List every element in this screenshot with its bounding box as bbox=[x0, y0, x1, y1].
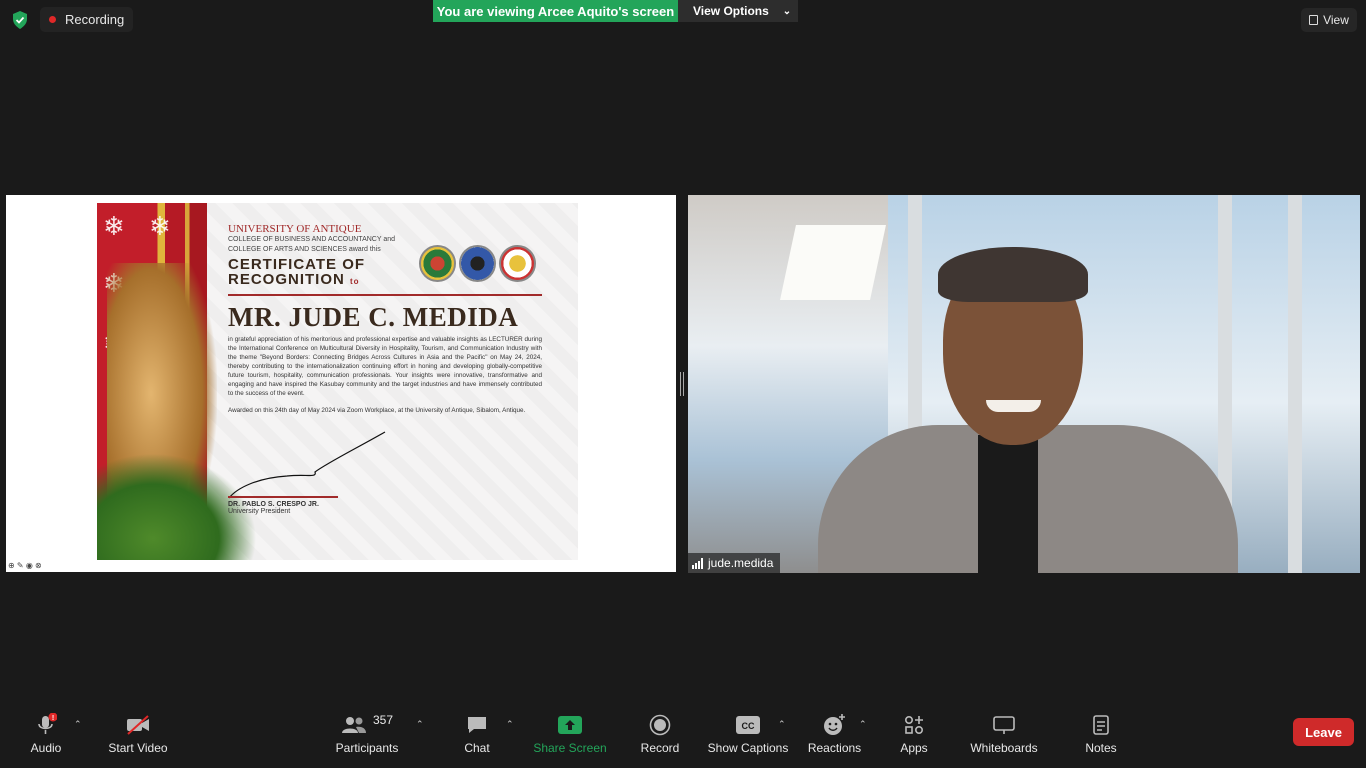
meeting-toolbar: ! Audio ⌃ Start Video 357 Participants ⌃… bbox=[0, 706, 1366, 768]
top-bar: Recording You are viewing Arcee Aquito's… bbox=[0, 0, 1366, 40]
participants-icon: 357 bbox=[341, 712, 393, 738]
record-button[interactable]: Record bbox=[640, 712, 680, 764]
chat-icon bbox=[466, 712, 488, 738]
share-screen-button[interactable]: Share Screen bbox=[533, 712, 607, 764]
awarded-line: Awarded on this 24th day of May 2024 via… bbox=[228, 407, 526, 414]
apps-label: Apps bbox=[900, 741, 928, 755]
security-shield-icon[interactable] bbox=[12, 11, 28, 29]
recording-indicator[interactable]: Recording bbox=[40, 7, 134, 32]
recording-dot-icon bbox=[49, 16, 56, 23]
show-captions-button[interactable]: CC Show Captions bbox=[708, 712, 788, 764]
university-name: UNIVERSITY OF ANTIQUE bbox=[228, 223, 362, 235]
participant-video-pane[interactable]: jude.medida bbox=[688, 195, 1360, 573]
view-options-button[interactable]: View Options ⌄ bbox=[678, 0, 798, 22]
notes-label: Notes bbox=[1085, 741, 1117, 755]
reactions-options-caret[interactable]: ⌃ bbox=[859, 719, 867, 730]
captions-options-caret[interactable]: ⌃ bbox=[778, 719, 786, 730]
view-options-label: View Options bbox=[693, 4, 769, 18]
svg-text:!: ! bbox=[52, 715, 54, 722]
annotation-tools[interactable]: ⊕ ✎ ◉ ⊗ bbox=[8, 561, 42, 570]
chat-button[interactable]: Chat bbox=[461, 712, 493, 764]
participants-label: Participants bbox=[335, 741, 399, 755]
emoji-icon bbox=[823, 712, 847, 738]
participant-name: jude.medida bbox=[708, 556, 774, 570]
record-label: Record bbox=[640, 741, 680, 755]
chat-options-caret[interactable]: ⌃ bbox=[506, 719, 514, 730]
record-icon bbox=[649, 712, 671, 738]
certificate-title-line: RECOGNITION bbox=[228, 271, 345, 288]
audio-label: Audio bbox=[30, 741, 62, 755]
start-video-button[interactable]: Start Video bbox=[107, 712, 169, 764]
apps-icon bbox=[903, 712, 925, 738]
view-layout-icon bbox=[1309, 15, 1319, 25]
reactions-button[interactable]: Reactions bbox=[807, 712, 862, 764]
leave-button[interactable]: Leave bbox=[1293, 718, 1354, 746]
chat-label: Chat bbox=[464, 741, 490, 755]
notes-button[interactable]: Notes bbox=[1083, 712, 1119, 764]
share-screen-icon bbox=[558, 712, 582, 738]
college-line: COLLEGE OF ARTS AND SCIENCES award this bbox=[228, 246, 381, 253]
certificate-title: CERTIFICATE OF RECOGNITION to bbox=[228, 257, 542, 289]
signal-strength-icon bbox=[692, 557, 703, 569]
microphone-icon: ! bbox=[35, 712, 57, 738]
share-screen-label: Share Screen bbox=[533, 741, 607, 755]
chevron-down-icon: ⌄ bbox=[782, 5, 792, 17]
apps-button[interactable]: Apps bbox=[898, 712, 930, 764]
person-smile bbox=[986, 400, 1041, 412]
whiteboard-icon bbox=[992, 712, 1016, 738]
college-line: COLLEGE OF BUSINESS AND ACCOUNTANCY and bbox=[228, 236, 396, 243]
closed-captions-icon: CC bbox=[736, 712, 760, 738]
participants-options-caret[interactable]: ⌃ bbox=[416, 719, 424, 730]
signer-title: University President bbox=[228, 507, 291, 515]
participant-name-tag: jude.medida bbox=[688, 553, 781, 573]
recipient-name: MR. JUDE C. MEDIDA bbox=[228, 302, 519, 332]
svg-text:CC: CC bbox=[742, 721, 755, 731]
certificate-text: UNIVERSITY OF ANTIQUE COLLEGE OF BUSINES… bbox=[228, 223, 542, 415]
certificate-image: ❄ ❄ ❄ ❄ UNIVERSITY OF ANTIQUE COLLEGE OF… bbox=[97, 203, 578, 560]
signature-line bbox=[228, 496, 338, 498]
view-label: View bbox=[1323, 13, 1349, 27]
person-hair bbox=[938, 247, 1088, 302]
reactions-label: Reactions bbox=[807, 741, 862, 755]
participants-count: 357 bbox=[372, 713, 394, 727]
participants-button[interactable]: 357 Participants bbox=[335, 712, 399, 764]
ceiling-light bbox=[780, 225, 886, 300]
person-shirt bbox=[978, 435, 1038, 573]
show-captions-label: Show Captions bbox=[707, 741, 789, 755]
certificate-title-line: CERTIFICATE OF bbox=[228, 256, 366, 273]
notes-icon bbox=[1091, 712, 1111, 738]
audio-options-caret[interactable]: ⌃ bbox=[74, 719, 82, 730]
viewing-screen-banner: You are viewing Arcee Aquito's screen bbox=[433, 0, 678, 22]
audio-button[interactable]: ! Audio bbox=[28, 712, 64, 764]
window-frame bbox=[1288, 195, 1302, 573]
whiteboards-label: Whiteboards bbox=[970, 741, 1038, 755]
start-video-label: Start Video bbox=[108, 741, 168, 755]
pane-resize-handle[interactable] bbox=[680, 372, 684, 396]
divider bbox=[228, 294, 542, 296]
signer-block: DR. PABLO S. CRESPO JR. University Presi… bbox=[228, 496, 338, 515]
certificate-body: in grateful appreciation of his meritori… bbox=[228, 336, 542, 397]
view-button[interactable]: View bbox=[1301, 8, 1357, 32]
recording-label: Recording bbox=[65, 12, 125, 27]
video-off-icon bbox=[125, 712, 151, 738]
certificate-title-to: to bbox=[350, 277, 360, 286]
shared-screen-pane[interactable]: ❄ ❄ ❄ ❄ UNIVERSITY OF ANTIQUE COLLEGE OF… bbox=[6, 195, 676, 572]
whiteboards-button[interactable]: Whiteboards bbox=[968, 712, 1040, 764]
signer-name: DR. PABLO S. CRESPO JR. bbox=[228, 500, 319, 508]
